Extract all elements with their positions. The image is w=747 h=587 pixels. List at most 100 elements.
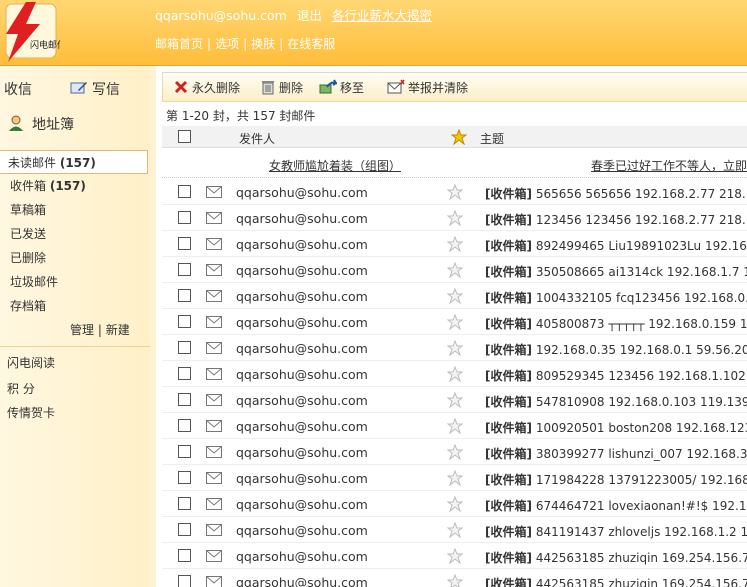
nav-skin[interactable]: 换肤: [251, 37, 275, 51]
star-icon[interactable]: [447, 392, 463, 408]
row-checkbox[interactable]: [178, 315, 191, 328]
permanent-delete-button[interactable]: 永久删除: [173, 79, 240, 97]
table-row[interactable]: qqarsohu@sohu.com [收件箱] 171984228 1379122…: [162, 465, 747, 491]
star-icon[interactable]: [447, 288, 463, 304]
row-checkbox[interactable]: [178, 237, 191, 250]
points-link[interactable]: 积 分: [7, 380, 35, 397]
compose-button[interactable]: 写信: [70, 79, 120, 99]
row-subject[interactable]: [收件箱] 442563185 zhuziqin 169.254.156.70 …: [485, 549, 747, 566]
star-icon[interactable]: [447, 340, 463, 356]
row-checkbox[interactable]: [178, 341, 191, 354]
row-subject[interactable]: [收件箱] 123456 123456 192.168.2.77 218.108…: [485, 211, 747, 228]
row-subject[interactable]: [收件箱] 380399277 lishunzi_007 192.168.3.1…: [485, 445, 747, 462]
row-sender[interactable]: qqarsohu@sohu.com: [236, 575, 368, 587]
report-clear-button[interactable]: 举报并清除: [387, 79, 468, 97]
folder-inbox[interactable]: 收件箱 (157): [0, 174, 148, 198]
ad-link-left[interactable]: 女教师尴尬着装（组图）: [269, 157, 401, 174]
row-subject[interactable]: [收件箱] 171984228 13791223005/ 192.168.1.2: [485, 471, 747, 488]
table-row[interactable]: qqarsohu@sohu.com [收件箱] 442563185 zhuziqi…: [162, 569, 747, 587]
star-icon[interactable]: [447, 314, 463, 330]
star-icon[interactable]: [447, 574, 463, 587]
table-row[interactable]: qqarsohu@sohu.com [收件箱] 405800873 ┬┬┬┬┬ 1…: [162, 309, 747, 335]
row-subject[interactable]: [收件箱] 892499465 Liu19891023Lu 192.168.1.…: [485, 237, 747, 254]
table-row[interactable]: qqarsohu@sohu.com [收件箱] 123456 123456 192…: [162, 205, 747, 231]
row-checkbox[interactable]: [178, 549, 191, 562]
folder-deleted[interactable]: 已删除: [0, 246, 148, 270]
row-checkbox[interactable]: [178, 445, 191, 458]
row-subject[interactable]: [收件箱] 405800873 ┬┬┬┬┬ 192.168.0.159 192: [485, 315, 747, 332]
row-subject[interactable]: [收件箱] 1004332105 fcq123456 192.168.0.159: [485, 289, 747, 306]
row-sender[interactable]: qqarsohu@sohu.com: [236, 445, 368, 460]
row-sender[interactable]: qqarsohu@sohu.com: [236, 211, 368, 226]
table-row[interactable]: qqarsohu@sohu.com [收件箱] 809529345 123456 …: [162, 361, 747, 387]
new-folder-link[interactable]: 新建: [106, 323, 130, 337]
row-sender[interactable]: qqarsohu@sohu.com: [236, 523, 368, 538]
star-icon[interactable]: [447, 262, 463, 278]
row-sender[interactable]: qqarsohu@sohu.com: [236, 315, 368, 330]
row-sender[interactable]: qqarsohu@sohu.com: [236, 419, 368, 434]
star-icon[interactable]: [447, 548, 463, 564]
star-icon[interactable]: [447, 236, 463, 252]
receive-button[interactable]: 收信: [4, 79, 32, 99]
greeting-card-link[interactable]: 传情贺卡: [7, 404, 55, 421]
row-subject[interactable]: [收件箱] 192.168.0.35 192.168.0.1 59.56.202…: [485, 341, 747, 358]
row-sender[interactable]: qqarsohu@sohu.com: [236, 393, 368, 408]
folder-spam[interactable]: 垃圾邮件: [0, 270, 148, 294]
row-checkbox[interactable]: [178, 523, 191, 536]
row-subject[interactable]: [收件箱] 547810908 192.168.0.103 119.139.16…: [485, 393, 747, 410]
table-row[interactable]: qqarsohu@sohu.com [收件箱] 380399277 lishunz…: [162, 439, 747, 465]
row-checkbox[interactable]: [178, 393, 191, 406]
star-icon[interactable]: [447, 366, 463, 382]
star-flag-icon[interactable]: [451, 129, 467, 145]
table-row[interactable]: qqarsohu@sohu.com [收件箱] 841191437 zhlovel…: [162, 517, 747, 543]
row-checkbox[interactable]: [178, 185, 191, 198]
logout-link[interactable]: 退出: [297, 8, 322, 23]
star-icon[interactable]: [447, 184, 463, 200]
table-row[interactable]: qqarsohu@sohu.com [收件箱] 442563185 zhuziqi…: [162, 543, 747, 569]
row-checkbox[interactable]: [178, 575, 191, 587]
star-icon[interactable]: [447, 418, 463, 434]
folder-drafts[interactable]: 草稿箱: [0, 198, 148, 222]
table-row[interactable]: qqarsohu@sohu.com [收件箱] 192.168.0.35 192.…: [162, 335, 747, 361]
row-subject[interactable]: [收件箱] 442563185 zhuziqin 169.254.156.70 …: [485, 575, 747, 587]
star-icon[interactable]: [447, 470, 463, 486]
ad-link-right[interactable]: 春季已过好工作不等人，立即申: [591, 157, 747, 174]
move-to-button[interactable]: 移至: [319, 79, 364, 97]
row-checkbox[interactable]: [178, 367, 191, 380]
row-subject[interactable]: [收件箱] 809529345 123456 192.168.1.102 219…: [485, 367, 747, 384]
star-icon[interactable]: [447, 496, 463, 512]
delete-button[interactable]: 删除: [260, 79, 303, 97]
row-sender[interactable]: qqarsohu@sohu.com: [236, 289, 368, 304]
row-checkbox[interactable]: [178, 211, 191, 224]
table-row[interactable]: qqarsohu@sohu.com [收件箱] 674464721 lovexia…: [162, 491, 747, 517]
folder-unread[interactable]: 未读邮件 (157): [0, 150, 148, 174]
row-checkbox[interactable]: [178, 289, 191, 302]
select-all-checkbox[interactable]: [178, 130, 191, 143]
row-subject[interactable]: [收件箱] 674464721 lovexiaonan!#!$ 192.168.…: [485, 497, 747, 514]
promo-link[interactable]: 各行业薪水大揭密: [332, 8, 432, 23]
nav-online-service[interactable]: 在线客服: [287, 37, 335, 51]
row-sender[interactable]: qqarsohu@sohu.com: [236, 263, 368, 278]
row-sender[interactable]: qqarsohu@sohu.com: [236, 497, 368, 512]
star-icon[interactable]: [447, 444, 463, 460]
row-subject[interactable]: [收件箱] 565656 565656 192.168.2.77 218.108…: [485, 185, 747, 202]
addressbook-button[interactable]: 地址簿: [8, 114, 74, 134]
row-subject[interactable]: [收件箱] 100920501 boston208 192.168.123.16…: [485, 419, 747, 436]
row-checkbox[interactable]: [178, 471, 191, 484]
star-icon[interactable]: [447, 522, 463, 538]
table-row[interactable]: qqarsohu@sohu.com [收件箱] 100920501 boston2…: [162, 413, 747, 439]
table-row[interactable]: qqarsohu@sohu.com [收件箱] 350508665 ai1314c…: [162, 257, 747, 283]
row-sender[interactable]: qqarsohu@sohu.com: [236, 341, 368, 356]
row-checkbox[interactable]: [178, 419, 191, 432]
folder-archive[interactable]: 存档箱: [0, 294, 148, 318]
nav-options[interactable]: 选项: [215, 37, 239, 51]
logo[interactable]: 闪电邮件: [0, 0, 66, 64]
table-row[interactable]: qqarsohu@sohu.com [收件箱] 1004332105 fcq123…: [162, 283, 747, 309]
row-checkbox[interactable]: [178, 263, 191, 276]
row-subject[interactable]: [收件箱] 350508665 ai1314ck 192.168.1.7 192…: [485, 263, 747, 280]
row-sender[interactable]: qqarsohu@sohu.com: [236, 471, 368, 486]
table-row[interactable]: qqarsohu@sohu.com [收件箱] 547810908 192.168…: [162, 387, 747, 413]
row-checkbox[interactable]: [178, 497, 191, 510]
folder-sent[interactable]: 已发送: [0, 222, 148, 246]
nav-mailbox-home[interactable]: 邮箱首页: [155, 37, 203, 51]
